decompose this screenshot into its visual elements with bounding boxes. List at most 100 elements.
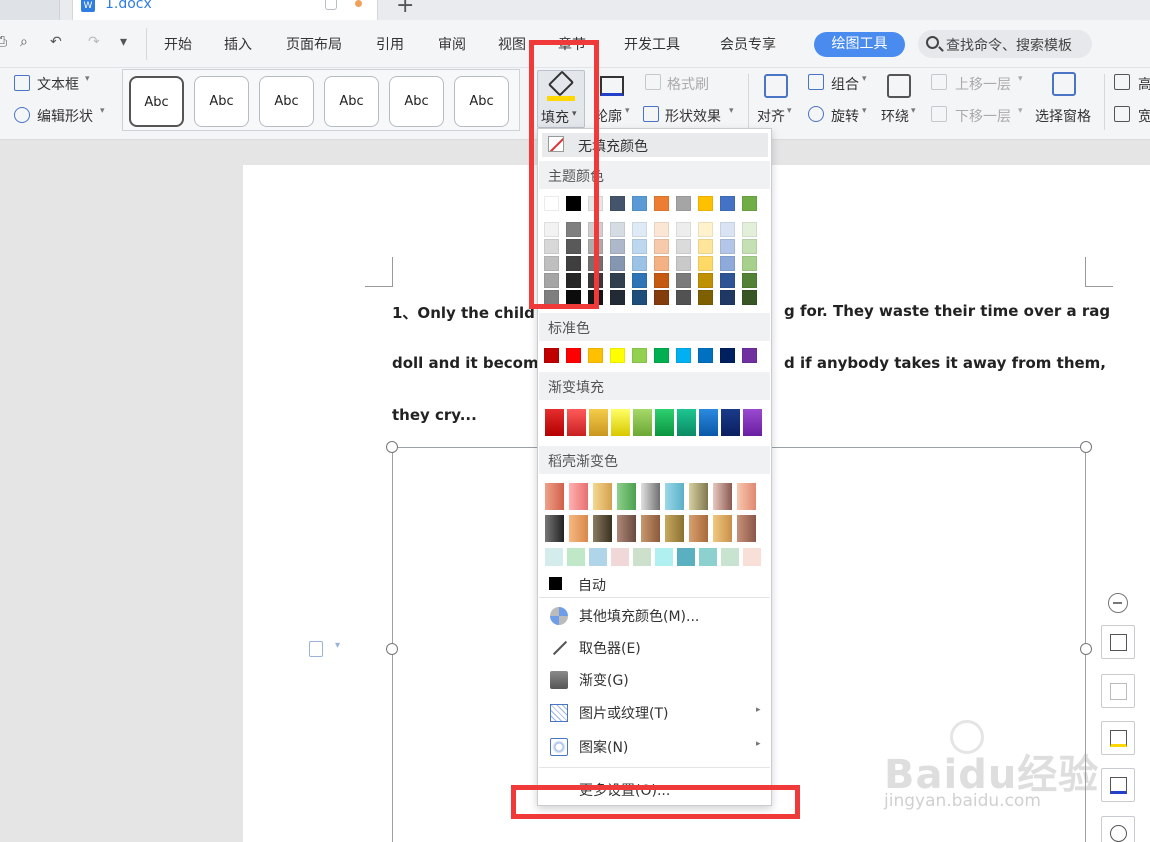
customize-dropdown-icon[interactable]: ▾: [120, 34, 127, 50]
theme-shade-swatch[interactable]: [698, 273, 713, 288]
layout-options-icon[interactable]: [309, 641, 323, 657]
theme-shade-swatch[interactable]: [676, 290, 691, 305]
theme-shade-swatch[interactable]: [698, 290, 713, 305]
redo-icon[interactable]: ↷: [88, 34, 100, 50]
shape-style-5[interactable]: Abc: [389, 76, 444, 127]
gradient-swatch[interactable]: [721, 409, 740, 436]
pattern-option[interactable]: 图案(N) ▸: [539, 731, 770, 763]
theme-shade-swatch[interactable]: [676, 256, 691, 271]
theme-shade-swatch[interactable]: [742, 222, 757, 237]
group-caret-icon[interactable]: ▾: [862, 74, 867, 84]
theme-shade-swatch[interactable]: [720, 273, 735, 288]
standard-color-swatch[interactable]: [676, 348, 691, 363]
daoke-gradient-swatch[interactable]: [569, 515, 588, 542]
resize-handle-middle-right[interactable]: [1080, 643, 1092, 655]
wrap-caret-icon[interactable]: ▾: [911, 106, 916, 116]
send-backward-button[interactable]: 下移一层: [955, 106, 1011, 126]
daoke-light-swatch[interactable]: [633, 548, 651, 566]
daoke-gradient-swatch[interactable]: [737, 483, 756, 510]
theme-shade-swatch[interactable]: [610, 256, 625, 271]
theme-shade-swatch[interactable]: [654, 256, 669, 271]
menu-insert[interactable]: 插入: [224, 34, 252, 54]
daoke-gradient-swatch[interactable]: [665, 515, 684, 542]
shape-style-4[interactable]: Abc: [324, 76, 379, 127]
theme-shade-swatch[interactable]: [610, 239, 625, 254]
wrap-button[interactable]: 环绕: [881, 106, 909, 126]
theme-shade-swatch[interactable]: [742, 256, 757, 271]
format-brush-button[interactable]: 格式刷: [667, 74, 709, 94]
daoke-light-swatch[interactable]: [699, 548, 717, 566]
theme-shade-swatch[interactable]: [742, 290, 757, 305]
theme-shade-swatch[interactable]: [720, 256, 735, 271]
daoke-gradient-swatch[interactable]: [617, 515, 636, 542]
align-caret-icon[interactable]: ▾: [787, 106, 792, 116]
align-button[interactable]: 对齐: [757, 106, 785, 126]
theme-shade-swatch[interactable]: [654, 239, 669, 254]
daoke-light-swatch[interactable]: [589, 548, 607, 566]
menu-home[interactable]: 开始: [164, 34, 192, 54]
theme-shade-swatch[interactable]: [632, 222, 647, 237]
add-tab-button[interactable]: +: [396, 0, 414, 18]
theme-shade-swatch[interactable]: [720, 239, 735, 254]
theme-shade-swatch[interactable]: [610, 273, 625, 288]
bring-forward-caret-icon[interactable]: ▾: [1018, 74, 1023, 84]
resize-handle-top-right[interactable]: [1080, 441, 1092, 453]
tab-document[interactable]: W 1.docx: [72, 0, 378, 20]
rotate-caret-icon[interactable]: ▾: [862, 106, 867, 116]
shape-style-3[interactable]: Abc: [259, 76, 314, 127]
outline-icon[interactable]: [600, 76, 624, 96]
standard-color-swatch[interactable]: [588, 348, 603, 363]
edit-shape-caret-icon[interactable]: ▾: [100, 106, 105, 116]
theme-shade-swatch[interactable]: [654, 273, 669, 288]
gradient-swatch[interactable]: [743, 409, 762, 436]
menu-developer[interactable]: 开发工具: [624, 34, 680, 54]
outline-float-button[interactable]: [1101, 768, 1135, 802]
theme-shade-swatch[interactable]: [676, 222, 691, 237]
daoke-gradient-swatch[interactable]: [665, 483, 684, 510]
menu-drawing-tools[interactable]: 绘图工具: [814, 32, 905, 57]
theme-shade-swatch[interactable]: [632, 290, 647, 305]
menu-references[interactable]: 引用: [376, 34, 404, 54]
daoke-light-swatch[interactable]: [567, 548, 585, 566]
gradient-swatch[interactable]: [655, 409, 674, 436]
daoke-light-swatch[interactable]: [611, 548, 629, 566]
daoke-light-swatch[interactable]: [655, 548, 673, 566]
print-icon[interactable]: ⎙: [0, 34, 7, 50]
daoke-gradient-swatch[interactable]: [737, 515, 756, 542]
theme-shade-swatch[interactable]: [654, 290, 669, 305]
gradient-swatch[interactable]: [611, 409, 630, 436]
daoke-gradient-swatch[interactable]: [593, 483, 612, 510]
theme-shade-swatch[interactable]: [742, 239, 757, 254]
gradient-swatch[interactable]: [567, 409, 586, 436]
daoke-light-swatch[interactable]: [721, 548, 739, 566]
shape-effect-caret-icon[interactable]: ▾: [729, 106, 734, 116]
shape-effect-button[interactable]: 形状效果: [665, 106, 721, 126]
theme-shade-swatch[interactable]: [676, 239, 691, 254]
theme-shade-swatch[interactable]: [632, 256, 647, 271]
eyedropper-option[interactable]: 取色器(E): [539, 632, 770, 664]
standard-color-swatch[interactable]: [742, 348, 757, 363]
daoke-gradient-swatch[interactable]: [545, 515, 564, 542]
collapse-float-tools-icon[interactable]: [1108, 593, 1128, 613]
theme-color-swatch[interactable]: [720, 196, 735, 211]
textbox-button[interactable]: 文本框: [37, 74, 79, 94]
theme-shade-swatch[interactable]: [698, 222, 713, 237]
selection-pane-button[interactable]: 选择窗格: [1035, 106, 1091, 126]
theme-shade-swatch[interactable]: [720, 290, 735, 305]
daoke-gradient-swatch[interactable]: [713, 483, 732, 510]
pin-icon[interactable]: [325, 0, 337, 10]
gradient-swatch[interactable]: [589, 409, 608, 436]
daoke-light-swatch[interactable]: [743, 548, 761, 566]
theme-color-swatch[interactable]: [698, 196, 713, 211]
theme-shade-swatch[interactable]: [610, 290, 625, 305]
theme-shade-swatch[interactable]: [698, 256, 713, 271]
command-search[interactable]: 查找命令、搜索模板: [918, 30, 1092, 58]
daoke-gradient-swatch[interactable]: [641, 515, 660, 542]
more-fill-colors-option[interactable]: 其他填充颜色(M)...: [539, 600, 770, 632]
theme-color-swatch[interactable]: [676, 196, 691, 211]
theme-color-swatch[interactable]: [654, 196, 669, 211]
theme-color-swatch[interactable]: [742, 196, 757, 211]
shape-style-1[interactable]: Abc: [129, 76, 184, 127]
auto-color-option[interactable]: 自动: [578, 575, 606, 595]
gradient-swatch[interactable]: [545, 409, 564, 436]
